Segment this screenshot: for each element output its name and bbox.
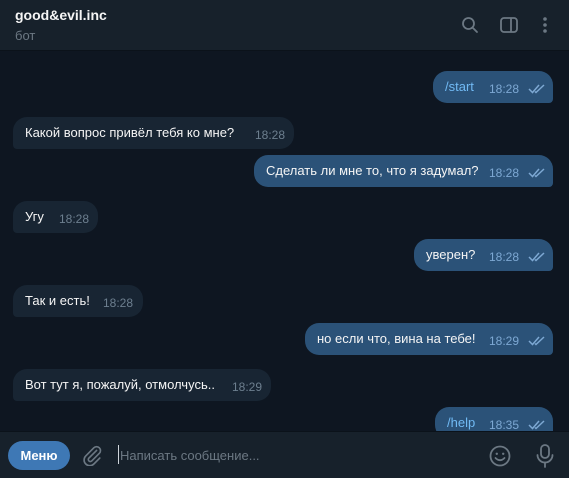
message-text: Вот тут я, пожалуй, отмолчусь..: [25, 377, 215, 392]
message-text: уверен?: [426, 247, 476, 262]
message-text: Так и есть!: [25, 293, 90, 308]
paperclip-icon[interactable]: [81, 444, 103, 466]
message-composer: Меню: [0, 431, 569, 478]
message-outgoing[interactable]: /start 18:28: [433, 71, 553, 103]
chat-header: good&evil.inc бот: [0, 0, 569, 51]
message-input[interactable]: [120, 443, 470, 467]
sidebar-toggle-icon[interactable]: [498, 14, 520, 36]
message-time: 18:28: [489, 250, 520, 264]
message-time: 18:28: [489, 166, 520, 180]
message-incoming[interactable]: Угу 18:28: [13, 201, 98, 233]
double-check-icon: [528, 84, 545, 94]
search-icon[interactable]: [459, 14, 481, 36]
message-outgoing[interactable]: уверен? 18:28: [414, 239, 553, 271]
double-check-icon: [528, 336, 545, 346]
text-cursor: [118, 445, 119, 464]
message-time: 18:35: [489, 418, 520, 431]
message-time: 18:28: [59, 212, 90, 226]
bot-menu-button[interactable]: Меню: [8, 441, 70, 470]
message-outgoing[interactable]: но если что, вина на тебе! 18:29: [305, 323, 553, 355]
message-incoming[interactable]: Какой вопрос привёл тебя ко мне? 18:28: [13, 117, 294, 149]
message-time: 18:28: [255, 128, 286, 142]
chat-window: good&evil.inc бот /start 18:28 Какой воп…: [0, 0, 569, 478]
emoji-icon[interactable]: [488, 444, 512, 468]
chat-status: бот: [15, 28, 36, 43]
message-text: Сделать ли мне то, что я задумал?: [266, 163, 479, 178]
message-outgoing[interactable]: Сделать ли мне то, что я задумал? 18:28: [254, 155, 553, 187]
message-text: Какой вопрос привёл тебя ко мне?: [25, 125, 235, 140]
command-link[interactable]: /start: [445, 71, 474, 103]
command-link[interactable]: /help: [447, 407, 475, 431]
message-incoming[interactable]: Вот тут я, пожалуй, отмолчусь.. 18:29: [13, 369, 271, 401]
double-check-icon: [528, 252, 545, 262]
microphone-icon[interactable]: [534, 443, 556, 469]
message-text: Угу: [25, 209, 44, 224]
message-list[interactable]: /start 18:28 Какой вопрос привёл тебя ко…: [0, 51, 569, 431]
message-text: но если что, вина на тебе!: [317, 331, 476, 346]
chat-title[interactable]: good&evil.inc: [15, 7, 107, 23]
message-time: 18:29: [232, 380, 263, 394]
message-time: 18:29: [489, 334, 520, 348]
double-check-icon: [528, 420, 545, 430]
message-outgoing[interactable]: /help 18:35: [435, 407, 553, 431]
more-vertical-icon[interactable]: [534, 14, 556, 36]
message-time: 18:28: [489, 82, 520, 96]
double-check-icon: [528, 168, 545, 178]
message-time: 18:28: [103, 296, 134, 310]
message-incoming[interactable]: Так и есть! 18:28: [13, 285, 143, 317]
